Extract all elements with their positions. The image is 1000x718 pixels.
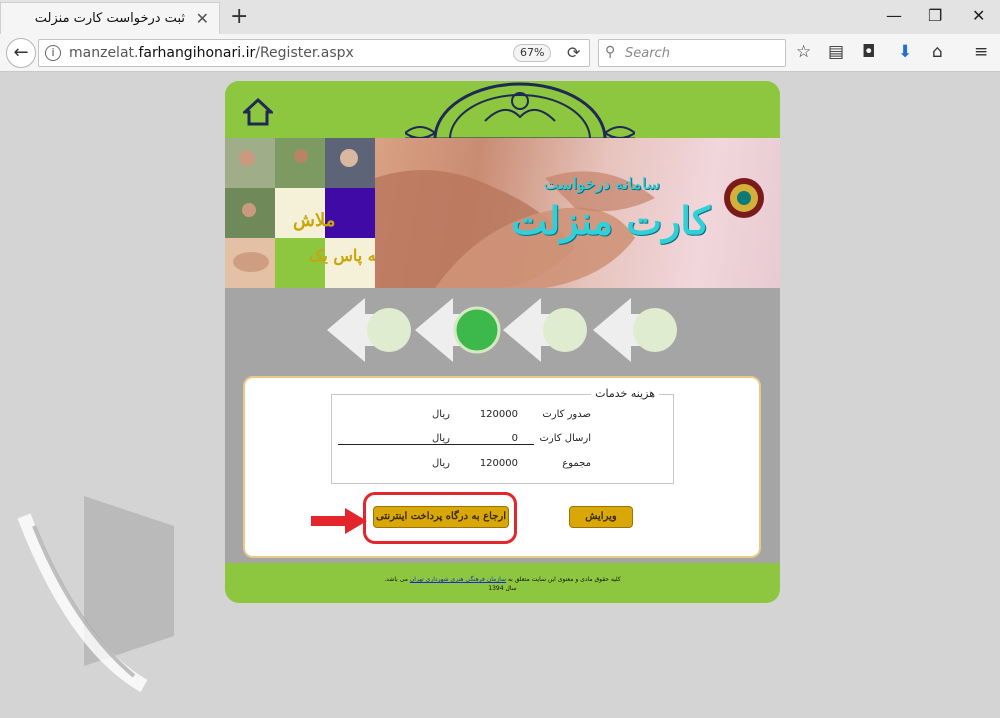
row-amount: 0 xyxy=(511,433,518,444)
organization-link[interactable]: سازمان فرهنگی هنری شهرداری تهران xyxy=(410,576,506,583)
footer: کلیه حقوق مادی و معنوی این سایت متعلق به… xyxy=(225,575,780,593)
row-unit: ریال xyxy=(432,458,450,469)
red-arrow-icon xyxy=(311,508,367,534)
row-unit: ریال xyxy=(432,409,450,420)
pay-button[interactable]: ارجاع به درگاه پرداخت اینترنتی xyxy=(373,506,509,528)
hands-photo: سامانه درخواست کارت منزلت xyxy=(375,138,780,288)
watermark-logo xyxy=(17,496,174,693)
url-text: manzelat.farhangihonari.ir/Register.aspx xyxy=(69,45,354,61)
collage-text-2: به پاس یک xyxy=(309,246,381,265)
new-tab-icon[interactable]: + xyxy=(230,4,248,29)
collage-text-1: ملاش xyxy=(293,210,336,231)
steps-area: هزینه خدمات صدور کارت 120000 ریال ارسال … xyxy=(225,288,780,563)
edit-button[interactable]: ویرایش xyxy=(569,506,633,528)
download-icon[interactable]: ⬇ xyxy=(898,42,912,62)
url-domain: farhangihonari.ir xyxy=(138,45,256,61)
table-row: صدور کارت 120000 ریال xyxy=(332,409,675,425)
zoom-indicator[interactable]: 67% xyxy=(513,44,552,62)
site-header xyxy=(225,81,780,141)
tab-bar: ثبت درخواست کارت منزلت ✕ + — ❐ ✕ xyxy=(0,0,1000,34)
step-3-icon xyxy=(415,298,501,362)
copyright-pre: کلیه حقوق مادی و معنوی این سایت متعلق به xyxy=(507,576,621,583)
copyright-line: کلیه حقوق مادی و معنوی این سایت متعلق به… xyxy=(225,575,780,584)
banner-subtitle: سامانه درخواست xyxy=(543,174,660,193)
back-button[interactable]: ← xyxy=(6,38,36,68)
step-4-icon xyxy=(327,298,411,362)
reading-list-icon[interactable]: ▤ xyxy=(828,42,844,62)
banner-title: کارت منزلت xyxy=(511,198,710,243)
services-legend: هزینه خدمات xyxy=(591,387,659,400)
banner: ملاش به پاس یک سامانه درخواست کارت منزلت xyxy=(225,138,780,288)
step-indicator xyxy=(327,298,677,362)
menu-icon[interactable]: ≡ xyxy=(974,42,988,62)
bookmark-star-icon[interactable]: ☆ xyxy=(796,42,811,62)
window-close-icon[interactable]: ✕ xyxy=(972,6,985,25)
navigation-bar: ← i manzelat.farhangihonari.ir/Register.… xyxy=(0,34,1000,72)
restore-icon[interactable]: ❐ xyxy=(928,6,942,25)
address-bar[interactable]: i manzelat.farhangihonari.ir/Register.as… xyxy=(38,39,590,67)
url-path: /Register.aspx xyxy=(255,45,354,61)
url-prefix: manzelat. xyxy=(69,45,139,61)
info-icon[interactable]: i xyxy=(45,45,61,61)
ornament-icon xyxy=(405,82,635,141)
row-label: ارسال کارت xyxy=(539,433,591,444)
search-placeholder: Search xyxy=(625,46,670,61)
pocket-icon[interactable]: ◘ xyxy=(862,42,875,62)
site-home-icon[interactable] xyxy=(243,97,273,127)
step-2-icon xyxy=(503,298,587,362)
active-tab[interactable]: ثبت درخواست کارت منزلت ✕ xyxy=(0,2,220,34)
table-row: ارسال کارت 0 ریال xyxy=(332,433,675,449)
services-fieldset: هزینه خدمات صدور کارت 120000 ریال ارسال … xyxy=(331,387,675,484)
arrow-left-icon: ← xyxy=(13,42,29,63)
row-unit: ریال xyxy=(432,433,450,444)
close-tab-icon[interactable]: ✕ xyxy=(196,9,209,28)
step-1-icon xyxy=(593,298,677,362)
year-line: سال 1394 xyxy=(488,585,517,592)
emblem-icon xyxy=(724,178,764,218)
home-icon[interactable]: ⌂ xyxy=(932,42,943,62)
minimize-icon[interactable]: — xyxy=(886,6,902,25)
payment-card: هزینه خدمات صدور کارت 120000 ریال ارسال … xyxy=(243,376,761,558)
row-label: مجموع xyxy=(562,458,591,469)
tab-title: ثبت درخواست کارت منزلت xyxy=(34,11,185,26)
search-icon: ⚲ xyxy=(605,44,616,60)
sum-divider xyxy=(338,444,534,445)
row-amount: 120000 xyxy=(479,458,518,469)
table-row: مجموع 120000 ریال xyxy=(332,458,675,474)
row-label: صدور کارت xyxy=(542,409,591,420)
search-input[interactable]: ⚲ Search xyxy=(598,39,786,67)
reload-icon[interactable]: ⟳ xyxy=(567,43,580,62)
copyright-post: می باشد. xyxy=(384,576,408,583)
site-container: ملاش به پاس یک سامانه درخواست کارت منزلت xyxy=(225,81,780,603)
row-amount: 120000 xyxy=(479,409,518,420)
